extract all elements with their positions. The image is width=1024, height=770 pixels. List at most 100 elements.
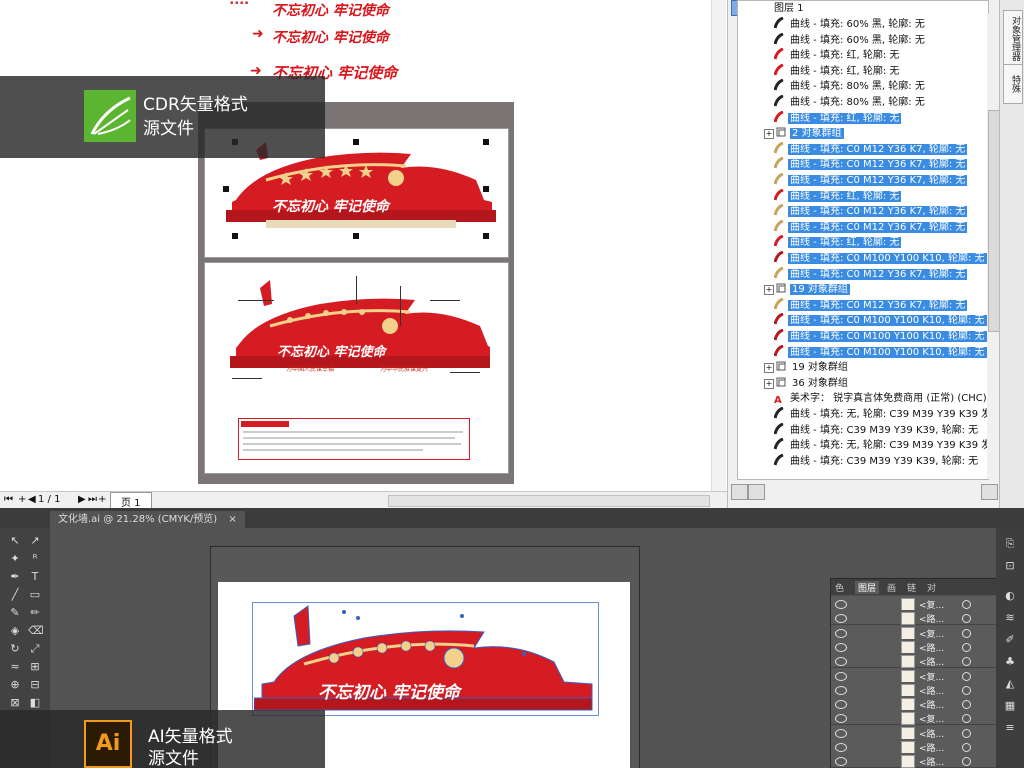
swatches-icon[interactable]: ▦ bbox=[1002, 698, 1018, 714]
new-master-layer-icon[interactable] bbox=[748, 484, 765, 500]
tree-scrollbar[interactable] bbox=[987, 14, 1000, 479]
warp-tool-icon[interactable]: ≈ bbox=[8, 660, 22, 674]
next-page-icon[interactable]: ▶ bbox=[78, 494, 86, 505]
stroke-icon[interactable]: ≡ bbox=[1002, 720, 1018, 736]
first-page-icon[interactable]: ⏮ bbox=[4, 494, 13, 505]
target-circle-icon[interactable] bbox=[962, 714, 971, 724]
target-circle-icon[interactable] bbox=[962, 728, 971, 738]
tree-object-node[interactable]: 曲线 - 填充: C0 M100 Y100 K10, 轮廓: 无 bbox=[773, 250, 987, 266]
rectangle-tool-icon[interactable]: ▭ bbox=[28, 588, 42, 602]
graphic-styles-icon[interactable]: ◭ bbox=[1002, 676, 1018, 692]
brushes-icon[interactable]: ✐ bbox=[1002, 632, 1018, 648]
add-page-icon[interactable]: + bbox=[18, 494, 26, 505]
paintbrush-tool-icon[interactable]: ✎ bbox=[8, 606, 22, 620]
target-circle-icon[interactable] bbox=[962, 614, 971, 624]
visibility-eye-icon[interactable] bbox=[835, 671, 847, 681]
free-transform-tool-icon[interactable]: ⊞ bbox=[28, 660, 42, 674]
lasso-tool-icon[interactable]: ᴿ bbox=[28, 552, 42, 566]
visibility-eye-icon[interactable] bbox=[835, 714, 847, 724]
layer-row[interactable]: <路... bbox=[831, 696, 996, 712]
visibility-eye-icon[interactable] bbox=[835, 757, 847, 767]
add-page-end-icon[interactable]: + bbox=[98, 494, 106, 505]
tab-object-manager[interactable]: 对象管理器 bbox=[1003, 10, 1023, 66]
selection-handle[interactable] bbox=[483, 233, 489, 239]
selection-handle[interactable] bbox=[353, 139, 359, 145]
visibility-eye-icon[interactable] bbox=[835, 657, 847, 667]
tree-group-node[interactable]: +19 对象群组 bbox=[764, 360, 850, 375]
eraser-tool-icon[interactable]: ⌫ bbox=[28, 624, 44, 638]
expand-icon[interactable]: + bbox=[764, 363, 774, 374]
layer-row[interactable]: <路... bbox=[831, 681, 996, 697]
visibility-eye-icon[interactable] bbox=[835, 728, 847, 738]
rotate-tool-icon[interactable]: ↻ bbox=[8, 642, 22, 656]
layer-row[interactable]: <复... bbox=[831, 710, 996, 726]
target-circle-icon[interactable] bbox=[962, 700, 971, 710]
selection-handle[interactable] bbox=[232, 233, 238, 239]
blob-brush-tool-icon[interactable]: ◈ bbox=[8, 624, 22, 638]
expand-icon[interactable]: + bbox=[764, 378, 774, 389]
layers-tab[interactable]: 对 bbox=[927, 581, 936, 594]
tree-group-node[interactable]: +19 对象群组 bbox=[764, 282, 850, 297]
layers-tab[interactable]: 色 bbox=[835, 581, 844, 594]
tree-object-node[interactable]: 曲线 - 填充: 红, 轮廓: 无 bbox=[773, 188, 902, 204]
horizontal-scrollbar[interactable] bbox=[388, 495, 710, 507]
tree-group-node[interactable]: +2 对象群组 bbox=[764, 126, 844, 141]
pencil-tool-icon[interactable]: ✏ bbox=[28, 606, 42, 620]
last-page-icon[interactable]: ⏭ bbox=[88, 494, 97, 505]
layer-row[interactable]: <路... bbox=[831, 724, 996, 740]
selection-handle[interactable] bbox=[353, 233, 359, 239]
layer-row[interactable]: <路... bbox=[831, 610, 996, 626]
layer-row[interactable]: <复... bbox=[831, 596, 996, 611]
delete-icon[interactable] bbox=[981, 484, 998, 500]
layer-row[interactable]: <路... bbox=[831, 739, 996, 754]
tree-group-node[interactable]: +36 对象群组 bbox=[764, 376, 850, 391]
pen-tool-icon[interactable]: ✒ bbox=[8, 570, 22, 584]
billboard-artwork-annotated[interactable] bbox=[230, 278, 490, 383]
layers-tab[interactable]: 图层 bbox=[855, 581, 880, 594]
mesh-tool-icon[interactable]: ⊠ bbox=[8, 696, 22, 710]
tree-object-node[interactable]: 曲线 - 填充: C0 M12 Y36 K7, 轮廓: 无 bbox=[773, 141, 968, 157]
selection-handle[interactable] bbox=[483, 139, 489, 145]
visibility-eye-icon[interactable] bbox=[835, 700, 847, 710]
tree-object-node[interactable]: 曲线 - 填充: C0 M100 Y100 K10, 轮廓: 无 bbox=[773, 344, 987, 360]
visibility-eye-icon[interactable] bbox=[835, 685, 847, 695]
tree-object-node[interactable]: 曲线 - 填充: C0 M12 Y36 K7, 轮廓: 无 bbox=[773, 219, 968, 235]
layer-node[interactable]: 图层 1 bbox=[772, 1, 806, 16]
visibility-eye-icon[interactable] bbox=[835, 642, 847, 652]
document-info-icon[interactable]: ⎘ bbox=[1002, 536, 1018, 552]
perspective-tool-icon[interactable]: ⊟ bbox=[28, 678, 42, 692]
type-tool-icon[interactable]: T bbox=[28, 570, 42, 584]
tree-object-node[interactable]: 曲线 - 填充: C0 M100 Y100 K10, 轮廓: 无 bbox=[773, 312, 987, 328]
layers-icon[interactable]: ≋ bbox=[1002, 610, 1018, 626]
layers-tab[interactable]: 画 bbox=[887, 581, 896, 594]
tree-object-node[interactable]: 曲线 - 填充: C0 M12 Y36 K7, 轮廓: 无 bbox=[773, 297, 968, 313]
layer-row[interactable]: <路... bbox=[831, 653, 996, 669]
layer-row[interactable]: <复... bbox=[831, 667, 996, 683]
expand-icon[interactable]: + bbox=[764, 285, 774, 296]
tab-page-1[interactable]: 页 1 bbox=[110, 492, 152, 508]
shape-builder-tool-icon[interactable]: ⊕ bbox=[8, 678, 22, 692]
document-tab[interactable]: 文化墙.ai @ 21.28% (CMYK/预览) × bbox=[50, 511, 245, 528]
tab-special[interactable]: 特殊 bbox=[1003, 64, 1023, 104]
tree-object-node[interactable]: 曲线 - 填充: C39 M39 Y39 K39, 轮廓: 无 bbox=[773, 422, 980, 438]
visibility-eye-icon[interactable] bbox=[835, 628, 847, 638]
scale-tool-icon[interactable]: ⤢ bbox=[28, 642, 42, 656]
tree-object-node[interactable]: 曲线 - 填充: C0 M12 Y36 K7, 轮廓: 无 bbox=[773, 266, 968, 282]
direct-selection-tool-icon[interactable]: ↗ bbox=[28, 534, 42, 548]
tree-object-node[interactable]: 曲线 - 填充: 红, 轮廓: 无 bbox=[773, 234, 902, 250]
magic-wand-tool-icon[interactable]: ✦ bbox=[8, 552, 22, 566]
symbols-icon[interactable]: ♣ bbox=[1002, 654, 1018, 670]
tree-object-node[interactable]: 曲线 - 填充: 无, 轮廓: C39 M39 Y39 K39 发丝 bbox=[773, 406, 988, 422]
line-tool-icon[interactable]: ╱ bbox=[8, 588, 22, 602]
gradient-tool-icon[interactable]: ◧ bbox=[28, 696, 42, 710]
tree-object-node[interactable]: 曲线 - 填充: 60% 黑, 轮廓: 无 bbox=[773, 16, 927, 32]
tree-object-node[interactable]: 曲线 - 填充: 80% 黑, 轮廓: 无 bbox=[773, 78, 927, 94]
artboards-icon[interactable]: ⊡ bbox=[1002, 558, 1018, 574]
layer-row[interactable]: <路... bbox=[831, 753, 996, 768]
tree-object-node[interactable]: 曲线 - 填充: 红, 轮廓: 无 bbox=[773, 63, 901, 79]
target-circle-icon[interactable] bbox=[962, 757, 971, 767]
close-tab-icon[interactable]: × bbox=[228, 514, 236, 525]
tree-object-node[interactable]: 曲线 - 填充: 红, 轮廓: 无 bbox=[773, 47, 901, 63]
tree-object-node[interactable]: 曲线 - 填充: 红, 轮廓: 无 bbox=[773, 110, 902, 126]
target-circle-icon[interactable] bbox=[962, 642, 971, 652]
